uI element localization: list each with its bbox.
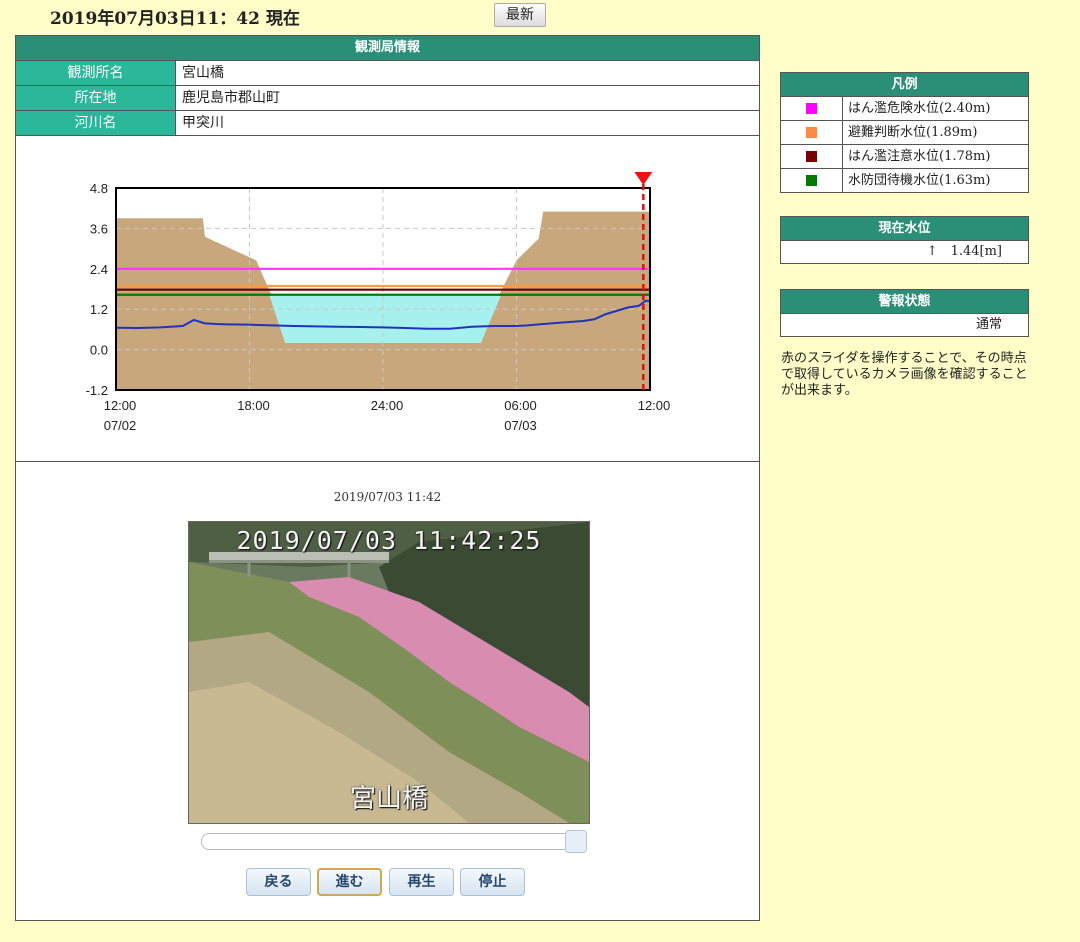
warning-box: 警報状態 通常 [780, 289, 1029, 337]
x-tick-label: 06:00 [504, 398, 537, 413]
station-panel: 観測局情報 観測所名 宮山橋 所在地 鹿児島市郡山町 河川名 甲突川 4.8 3.… [15, 35, 760, 921]
x-tick-label: 12:00 [638, 398, 671, 413]
camera-section: 2019/07/03 11:42 2019/07/03 11:42:25 宮山橋… [16, 462, 759, 920]
time-slider[interactable] [201, 830, 587, 853]
legend-label: 避難判断水位(1.89m) [848, 125, 978, 140]
current-level-value: ↑ 1.44[m] [926, 244, 1002, 259]
camera-timestamp: 2019/07/03 11:42 [333, 490, 442, 504]
warning-title: 警報状態 [781, 290, 1028, 314]
legend-title: 凡例 [781, 73, 1028, 97]
info-value: 鹿児島市郡山町 [182, 90, 280, 106]
y-tick-label: -1.2 [86, 383, 108, 398]
forward-button[interactable]: 進む [317, 868, 382, 896]
stop-button[interactable]: 停止 [460, 868, 525, 896]
x-tick-label: 12:00 [104, 398, 137, 413]
info-label: 河川名 [16, 111, 176, 135]
info-label: 観測所名 [16, 61, 176, 85]
y-tick-label: 0.0 [90, 343, 108, 358]
x-tick-label: 18:00 [237, 398, 270, 413]
latest-button[interactable]: 最新 [494, 3, 546, 27]
info-value: 甲突川 [182, 115, 224, 131]
camera-overlay-timestamp: 2019/07/03 11:42:25 [236, 526, 542, 555]
current-level-title: 現在水位 [781, 217, 1028, 241]
legend-item: はん濫注意水位(1.78m) [781, 145, 1028, 169]
info-row-location: 所在地 鹿児島市郡山町 [16, 86, 759, 111]
legend-item: 避難判断水位(1.89m) [781, 121, 1028, 145]
legend-label: はん濫注意水位(1.78m) [848, 149, 991, 164]
info-value: 宮山橋 [182, 65, 224, 81]
info-row-river: 河川名 甲突川 [16, 111, 759, 136]
y-tick-label: 3.6 [90, 221, 108, 236]
x-date-label: 07/03 [504, 418, 537, 433]
water-level-chart-area: 4.8 3.6 2.4 1.2 0.0 -1.2 12:00 07/02 18:00 24:00 0… [16, 137, 759, 462]
info-row-station-name: 観測所名 宮山橋 [16, 61, 759, 86]
play-button[interactable]: 再生 [389, 868, 454, 896]
station-info-title: 観測局情報 [16, 36, 759, 61]
y-tick-label: 1.2 [90, 302, 108, 317]
water-fill [269, 295, 501, 343]
top-bar: 2019年07月03日11：42 現在 最新 [0, 0, 1080, 30]
back-button[interactable]: 戻る [246, 868, 311, 896]
slider-note: 赤のスライダを操作することで、その時点で取得しているカメラ画像を確認することが出… [781, 351, 1028, 398]
legend-label: 水防団待機水位(1.63m) [848, 173, 991, 188]
legend-label: はん濫危険水位(2.40m) [848, 101, 991, 116]
legend-swatch [806, 175, 817, 186]
time-cursor-marker[interactable] [634, 172, 653, 185]
x-tick-label: 24:00 [371, 398, 404, 413]
legend-item: 水防団待機水位(1.63m) [781, 169, 1028, 192]
info-label: 所在地 [16, 86, 176, 110]
x-date-label: 07/02 [104, 418, 137, 433]
legend-swatch [806, 103, 817, 114]
camera-overlay-name: 宮山橋 [349, 784, 428, 814]
legend-swatch [806, 127, 817, 138]
y-tick-label: 4.8 [90, 181, 108, 196]
y-tick-label: 2.4 [90, 262, 108, 277]
water-level-chart: 4.83.62.41.20.0-1.212:0007/0218:00 24:00 0… [86, 172, 671, 433]
camera-image: 2019/07/03 11:42:25 宮山橋 [188, 521, 590, 824]
warning-value: 通常 [975, 317, 1002, 332]
legend-box: 凡例 はん濫危険水位(2.40m) 避難判断水位(1.89m) はん濫注意水位(… [780, 72, 1029, 193]
slider-handle[interactable] [565, 830, 587, 853]
current-level-box: 現在水位 ↑ 1.44[m] [780, 216, 1029, 264]
legend-item: はん濫危険水位(2.40m) [781, 97, 1028, 121]
current-datetime: 2019年07月03日11：42 現在 [50, 9, 300, 29]
legend-swatch [806, 151, 817, 162]
